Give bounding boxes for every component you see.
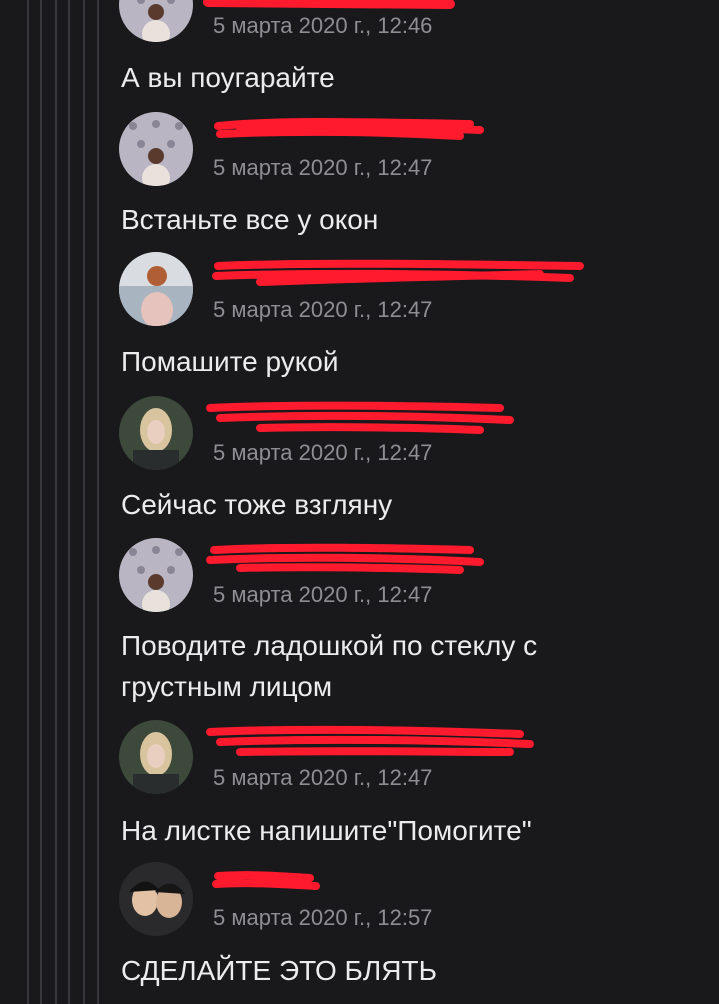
two-people-avatar-icon — [119, 862, 193, 936]
thread-line — [40, 0, 42, 1004]
comment-date: 5 марта 2020 г., 12:46 — [213, 13, 433, 38]
thread-indent-lines — [0, 0, 110, 1004]
avatar[interactable] — [119, 720, 193, 794]
avatar[interactable] — [119, 862, 193, 936]
redacted-author-name — [206, 543, 484, 574]
wall-girl-avatar-icon — [119, 0, 193, 42]
beach-girl-avatar-icon — [119, 252, 193, 326]
thread-line — [68, 0, 70, 1004]
comment-date: 5 марта 2020 г., 12:57 — [213, 905, 433, 930]
comment-text: На листке напишите"Помогите" — [121, 815, 532, 846]
thread-line — [97, 0, 99, 1004]
comment-text: СДЕЛАЙТЕ ЭТО БЛЯТЬ — [121, 955, 437, 986]
blonde-girl-avatar-icon — [119, 396, 193, 470]
thread-line — [55, 0, 57, 1004]
redacted-author-name — [206, 401, 514, 434]
avatar[interactable] — [119, 252, 193, 326]
redacted-author-name — [212, 259, 584, 286]
wall-girl-avatar-icon — [119, 538, 193, 612]
thread-line — [27, 0, 29, 1004]
avatar[interactable] — [119, 112, 193, 186]
redacted-author-name — [212, 871, 320, 890]
blonde-girl-avatar-icon — [119, 720, 193, 794]
comment-text: А вы поугарайте — [121, 62, 335, 93]
comment-text: Сейчас тоже взгляну — [121, 489, 393, 520]
comment-text: Встаньте все у окон — [121, 204, 379, 235]
comment-date: 5 марта 2020 г., 12:47 — [213, 765, 433, 790]
redacted-author-name — [214, 118, 484, 140]
comment-text: Поводите ладошкой по стеклу с грустным л… — [121, 630, 538, 702]
comment-date: 5 марта 2020 г., 12:47 — [213, 440, 433, 465]
thread-line — [83, 0, 85, 1004]
comment-text: Помашите рукой — [121, 346, 339, 377]
comment-date: 5 марта 2020 г., 12:47 — [213, 155, 433, 180]
comment-date: 5 марта 2020 г., 12:47 — [213, 297, 433, 322]
redacted-author-name — [206, 725, 534, 756]
wall-girl-avatar-icon — [119, 112, 193, 186]
comment-date: 5 марта 2020 г., 12:47 — [213, 582, 433, 607]
avatar[interactable] — [119, 538, 193, 612]
avatar[interactable] — [119, 0, 193, 42]
avatar[interactable] — [119, 396, 193, 470]
